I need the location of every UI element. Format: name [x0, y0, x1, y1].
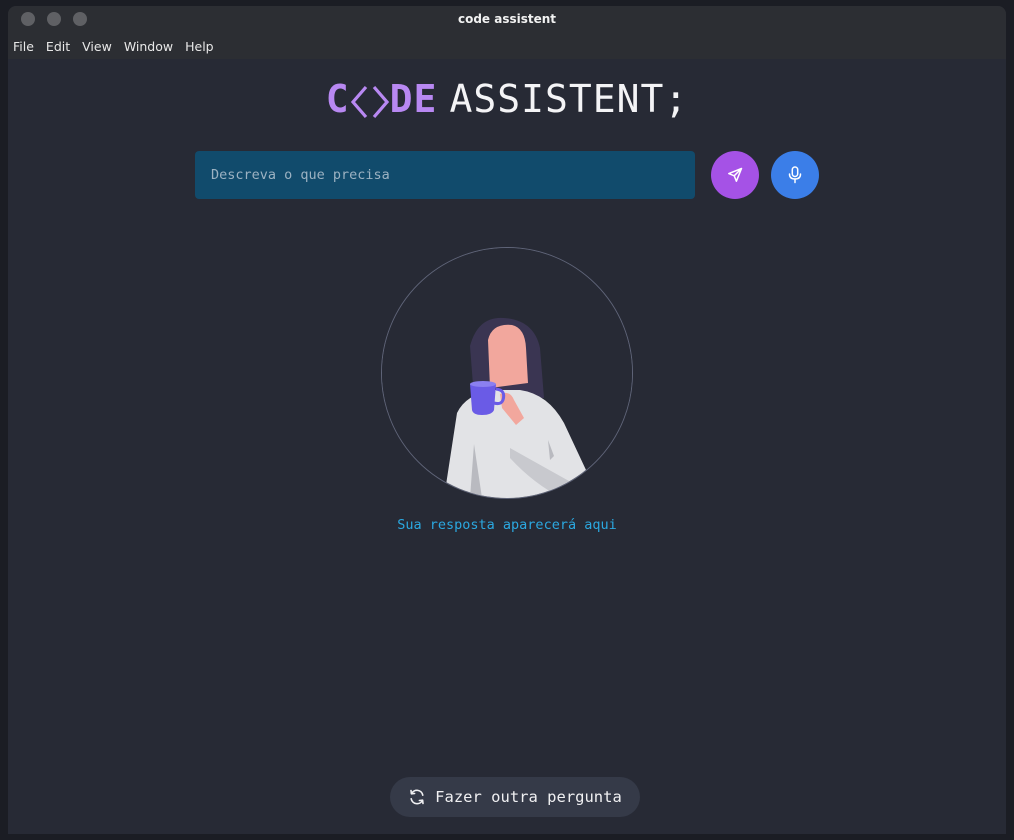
logo-code-end: DE [389, 77, 438, 121]
ask-another-question-button[interactable]: Fazer outra pergunta [390, 777, 640, 817]
menu-edit[interactable]: Edit [46, 39, 70, 54]
main-content: C DE ASSISTENT; Descreva o que precisa S… [8, 59, 1006, 834]
illustration-circle [381, 247, 633, 499]
microphone-icon [788, 166, 802, 184]
app-window: code assistent File Edit View Window Hel… [8, 6, 1006, 834]
app-logo: C DE ASSISTENT; [8, 76, 1006, 122]
menu-file[interactable]: File [13, 39, 34, 54]
send-icon [728, 167, 743, 182]
code-brackets-icon [350, 85, 389, 118]
menu-help[interactable]: Help [185, 39, 214, 54]
title-bar: code assistent [8, 6, 1006, 33]
send-button[interactable] [711, 151, 759, 199]
menu-bar: File Edit View Window Help [8, 33, 1006, 59]
logo-assistent: ASSISTENT; [449, 77, 689, 121]
microphone-button[interactable] [771, 151, 819, 199]
search-input[interactable] [195, 151, 695, 199]
answer-placeholder: Sua resposta aparecerá aqui [397, 517, 617, 533]
woman-with-coffee-illustration [382, 248, 632, 498]
logo-code: C DE [326, 77, 438, 121]
logo-code-start: C [325, 77, 350, 121]
menu-view[interactable]: View [82, 39, 112, 54]
menu-window[interactable]: Window [124, 39, 173, 54]
ask-another-question-label: Fazer outra pergunta [435, 788, 622, 806]
window-title: code assistent [457, 12, 557, 26]
refresh-icon [410, 789, 424, 805]
